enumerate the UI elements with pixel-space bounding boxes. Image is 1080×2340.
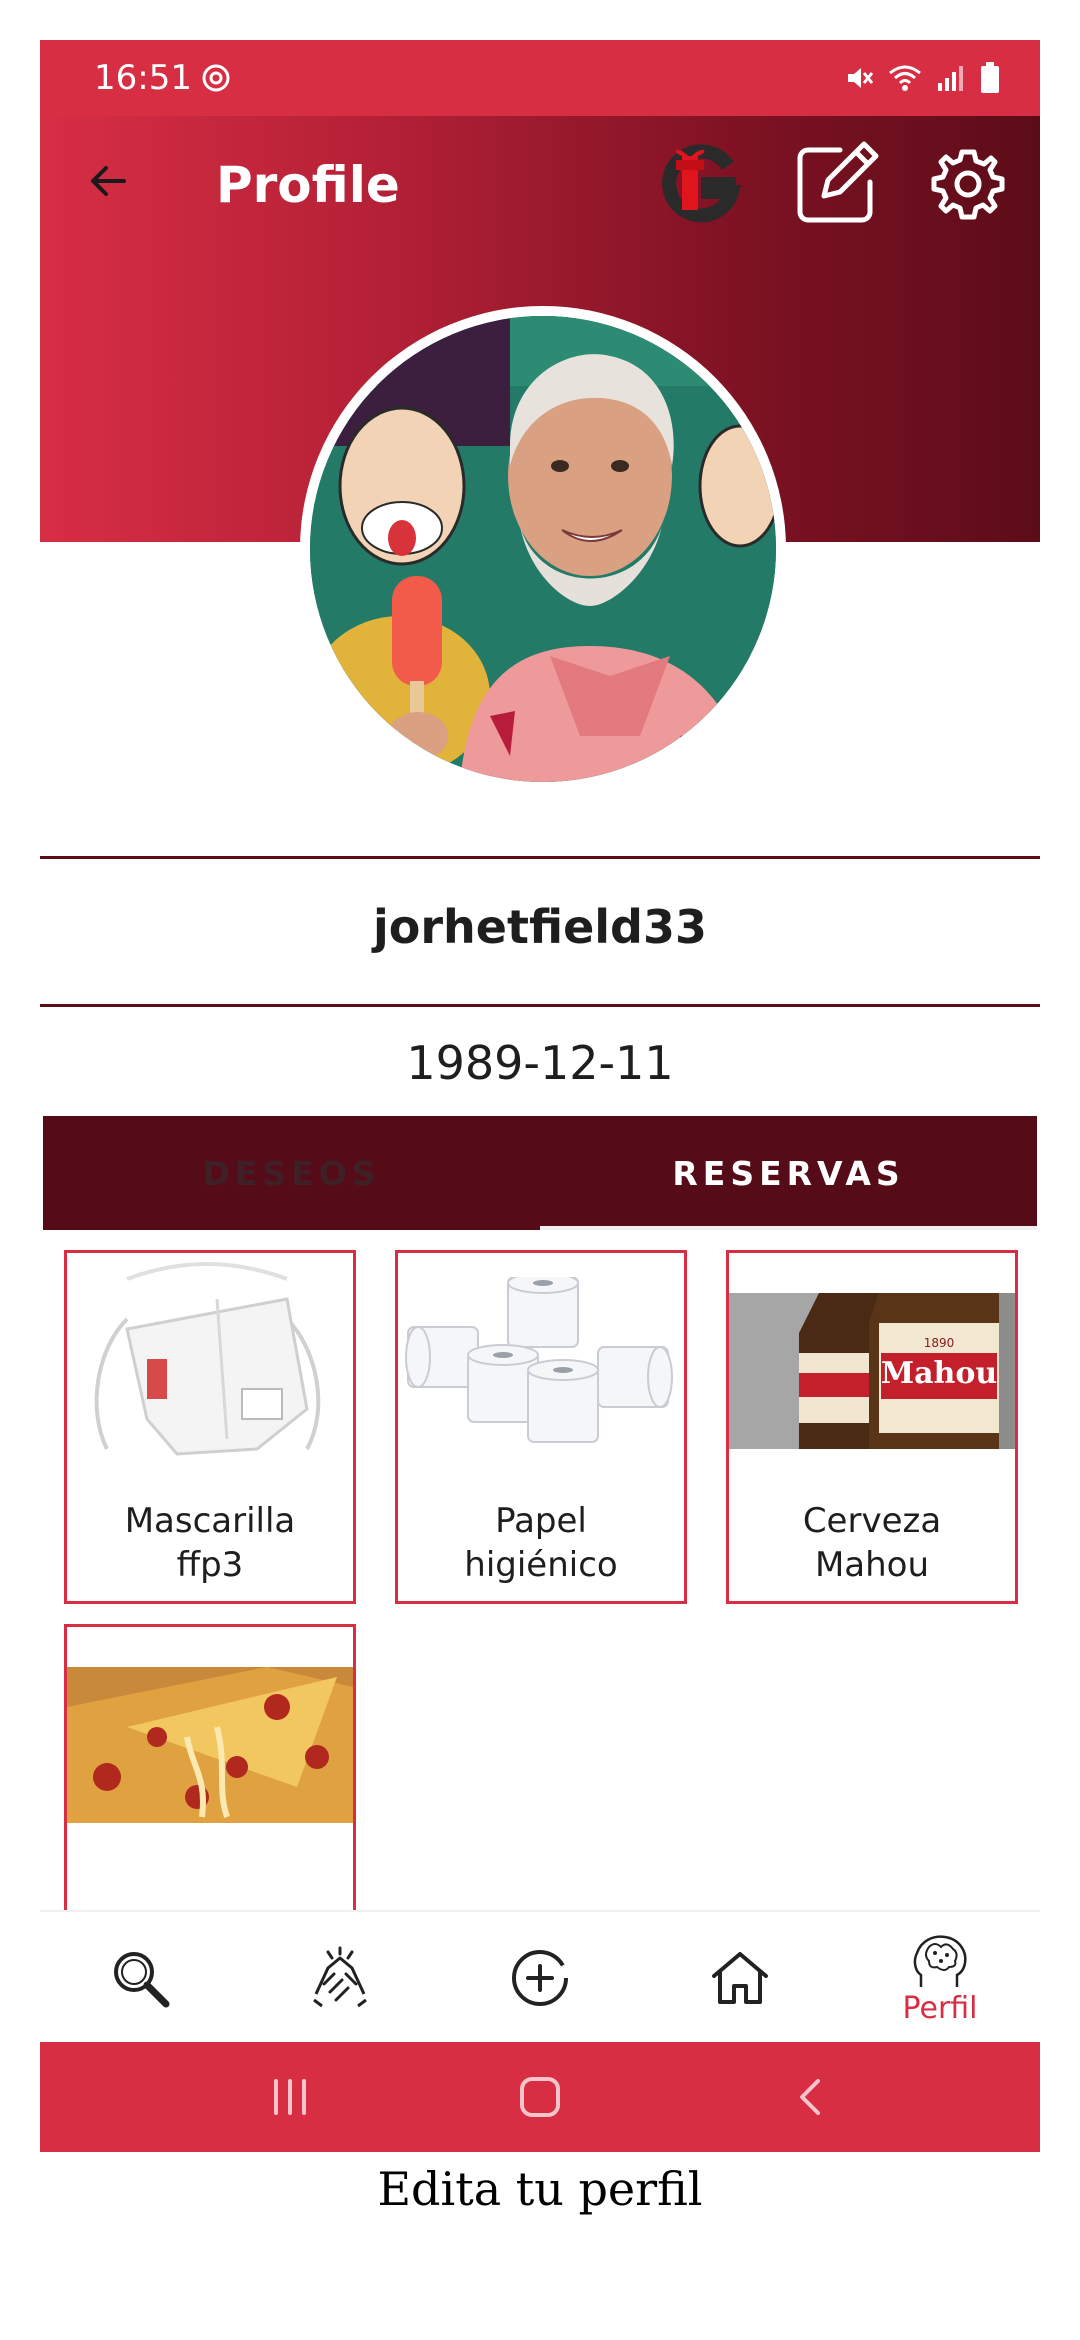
back-button[interactable] bbox=[78, 151, 138, 211]
profile-tabs: DESEOS RESERVAS bbox=[43, 1116, 1037, 1230]
item-card-pizza[interactable] bbox=[64, 1624, 356, 1914]
handshake-icon bbox=[313, 1946, 367, 2008]
edit-icon[interactable] bbox=[792, 138, 882, 228]
nav-add[interactable] bbox=[440, 1912, 640, 2044]
search-icon bbox=[114, 1952, 170, 2008]
gear-icon[interactable] bbox=[928, 144, 1008, 224]
system-navigation-bar bbox=[40, 2042, 1040, 2152]
item-label-line2: higiénico bbox=[464, 1545, 618, 1585]
svg-text:Mahou: Mahou bbox=[881, 1356, 997, 1391]
nav-profile-label: Perfil bbox=[902, 1990, 978, 2026]
bottom-navigation: Perfil bbox=[40, 1910, 1040, 2042]
recent-apps-icon bbox=[274, 2079, 306, 2115]
item-image-toilet-paper bbox=[398, 1277, 684, 1447]
home-system-button[interactable] bbox=[510, 2067, 570, 2127]
svg-text:1890: 1890 bbox=[924, 1336, 955, 1350]
avatar-photo bbox=[310, 316, 776, 782]
mute-icon bbox=[848, 68, 874, 88]
divider-top bbox=[40, 856, 1040, 859]
battery-icon bbox=[981, 62, 999, 93]
item-card-beer[interactable]: Mahou 1890 Cerveza Mahou bbox=[726, 1250, 1018, 1604]
item-label-line1: Papel bbox=[495, 1501, 587, 1541]
tab-wishes[interactable]: DESEOS bbox=[43, 1116, 540, 1230]
item-image-beer: Mahou 1890 bbox=[729, 1293, 1015, 1449]
item-card-toilet-paper[interactable]: Papel higiénico bbox=[395, 1250, 687, 1604]
chevron-left-icon bbox=[800, 2079, 820, 2115]
item-label-line1: Mascarilla bbox=[124, 1501, 296, 1541]
gift-logo-icon[interactable] bbox=[658, 136, 748, 226]
tab-reservations[interactable]: RESERVAS bbox=[540, 1116, 1037, 1230]
caption: Edita tu perfil bbox=[377, 2162, 703, 2216]
focus-icon bbox=[202, 64, 230, 92]
signal-icon bbox=[938, 66, 963, 91]
item-label-line2: ffp3 bbox=[176, 1545, 244, 1585]
wifi-icon bbox=[889, 65, 921, 91]
nav-deals[interactable] bbox=[240, 1912, 440, 2044]
recent-apps-button[interactable] bbox=[260, 2067, 320, 2127]
item-label-line1: Cerveza bbox=[802, 1501, 942, 1541]
item-image-pizza bbox=[67, 1667, 353, 1823]
status-bar: 16:51 bbox=[40, 40, 1040, 116]
system-back-button[interactable] bbox=[780, 2067, 840, 2127]
home-icon bbox=[712, 1952, 768, 2004]
page-title: Profile bbox=[216, 156, 400, 214]
phone-screen: 16:51 Profile jorhetfield33 1989-12-11 D… bbox=[40, 40, 1040, 2152]
status-time: 16:51 bbox=[94, 58, 192, 98]
nav-search[interactable] bbox=[40, 1912, 240, 2044]
nav-home[interactable] bbox=[640, 1912, 840, 2044]
item-card-mask[interactable]: Mascarilla ffp3 bbox=[64, 1250, 356, 1604]
item-label-line2: Mahou bbox=[814, 1545, 930, 1585]
birthdate: 1989-12-11 bbox=[406, 1036, 674, 1090]
avatar[interactable] bbox=[300, 306, 786, 792]
item-image-mask bbox=[94, 1262, 321, 1456]
divider-bottom bbox=[40, 1004, 1040, 1007]
square-home-icon bbox=[520, 2077, 560, 2117]
username: jorhetfield33 bbox=[373, 900, 707, 954]
brain-profile-icon bbox=[913, 1934, 967, 1987]
status-icons bbox=[844, 60, 1000, 96]
add-circle-icon bbox=[512, 1950, 568, 2006]
nav-profile[interactable]: Perfil bbox=[840, 1912, 1040, 2044]
arrow-left-icon bbox=[91, 166, 126, 196]
